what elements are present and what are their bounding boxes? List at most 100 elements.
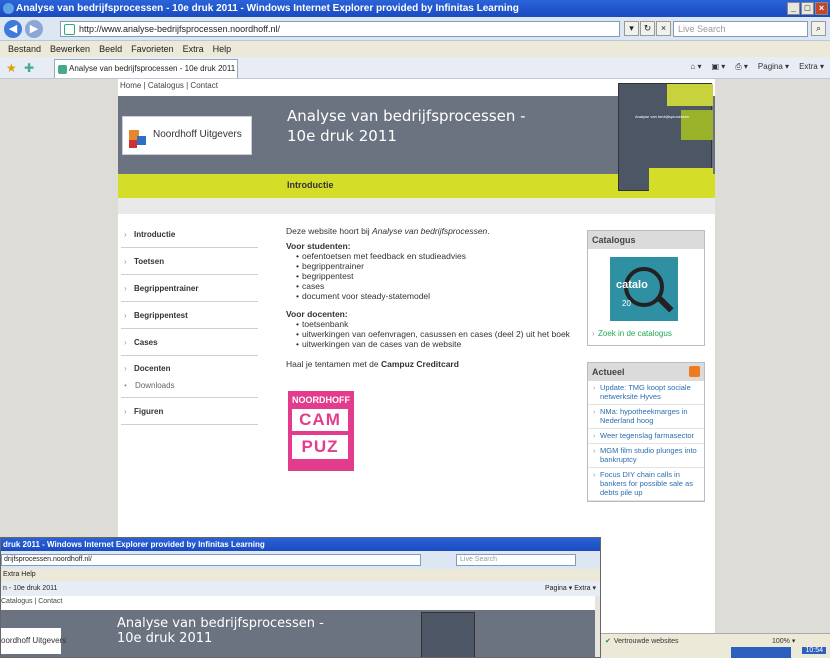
news-item[interactable]: Weer tegenslag farmasector (588, 429, 704, 444)
minimize-button[interactable]: _ (787, 2, 800, 15)
catalogue-magnifier-image[interactable]: catalo 20 (610, 257, 678, 321)
teachers-heading: Voor docenten: (286, 309, 348, 319)
main-content: Deze website hoort bij Analyse van bedri… (286, 226, 576, 374)
lower-page-title: Analyse van bedrijfsprocessen - 10e druk… (117, 616, 324, 646)
campuz-link[interactable]: Campuz Creditcard (381, 359, 459, 369)
favorites-star-icon[interactable]: ★ (6, 61, 17, 75)
list-item: oefentoetsen met feedback en studieadvie… (296, 251, 576, 261)
maximize-button[interactable]: □ (801, 2, 814, 15)
campuz-text: Haal je tentamen met de Campuz Creditcar… (286, 359, 459, 369)
menu-bar: Bestand Bewerken Beeld Favorieten Extra … (0, 41, 830, 57)
left-navigation: › Introductie › Toetsen › Begrippentrainer … (121, 221, 258, 425)
lower-tab-bar: n - 10e druk 2011 Pagina ▾ Extra ▾ (1, 581, 600, 596)
nav-begrippentest[interactable]: › Begrippentest (121, 302, 258, 329)
address-toolbar: ◀ ▶ http://www.analyse-bedrijfsprocessen… (0, 17, 830, 41)
print-icon[interactable]: ⎙ ▾ (735, 62, 748, 72)
lower-site-header: oordhoff Uitgevers Analyse van bedrijfsp… (1, 610, 595, 657)
list-item: uitwerkingen van oefenvragen, casussen e… (296, 329, 576, 339)
menu-extra[interactable]: Extra (183, 41, 204, 57)
lower-commands[interactable]: Pagina ▾ Extra ▾ (545, 581, 596, 596)
lower-top-nav[interactable]: Catalogus | Contact (1, 598, 62, 605)
security-zone[interactable]: Vertrouwde websites (605, 637, 679, 645)
window-title: Analyse van bedrijfsprocessen - 10e druk… (16, 3, 519, 14)
close-button[interactable]: × (815, 2, 828, 15)
nav-figuren[interactable]: › Figuren (121, 398, 258, 425)
lower-tab[interactable]: n - 10e druk 2011 (3, 585, 57, 592)
window-titlebar: Analyse van bedrijfsprocessen - 10e druk… (0, 0, 830, 17)
menu-favorieten[interactable]: Favorieten (131, 41, 174, 57)
rss-icon[interactable] (689, 366, 700, 377)
lower-address-toolbar: drijfsprocessen.noordhoff.nl/ Live Searc… (1, 551, 600, 569)
actueel-box: Actueel Update: TMG koopt sociale netwer… (587, 362, 705, 502)
back-button[interactable]: ◀ (4, 20, 22, 38)
ie-icon (3, 3, 14, 14)
divider-band (118, 198, 715, 214)
section-label: Introductie (287, 180, 334, 190)
tools-menu[interactable]: Extra ▾ (799, 62, 824, 72)
top-nav[interactable]: Home | Catalogus | Contact (120, 81, 218, 90)
news-item[interactable]: NMa: hypotheekmarges in Nederland hoog (588, 405, 704, 429)
tab-page-icon (58, 65, 67, 74)
students-list: oefentoetsen met feedback en studieadvie… (296, 251, 576, 301)
list-item: document voor steady-statemodel (296, 291, 576, 301)
clock: 10:54 (802, 647, 826, 654)
news-item[interactable]: Update: TMG koopt sociale netwerksite Hy… (588, 381, 704, 405)
catalogus-link[interactable]: Zoek in de catalogus (588, 329, 672, 338)
book-cover-image: Analyse van bedrijfsprocessen (618, 83, 713, 192)
status-bar: Vertrouwde websites 100% ▾ 10:54 (601, 633, 830, 658)
noordhoff-logo[interactable]: Noordhoff Uitgevers (122, 116, 252, 155)
students-heading: Voor studenten: (286, 241, 351, 251)
nav-introductie[interactable]: › Introductie (121, 221, 258, 248)
page-icon (64, 24, 75, 35)
list-item: cases (296, 281, 576, 291)
logo-mark-blue (137, 136, 146, 145)
list-item: begrippentest (296, 271, 576, 281)
logo-text: Noordhoff Uitgevers (153, 129, 242, 140)
stop-button[interactable]: × (656, 21, 671, 36)
nav-docenten[interactable]: › Docenten (121, 356, 258, 378)
actueel-title: Actueel (588, 363, 704, 381)
news-item[interactable]: Focus DIY chain calls in bankers for pos… (588, 468, 704, 501)
browser-tab[interactable]: Analyse van bedrijfsprocessen - 10e druk… (54, 59, 238, 78)
add-favorite-icon[interactable]: ✚ (24, 61, 34, 75)
lower-menu-bar[interactable]: Extra Help (1, 569, 600, 581)
menu-help[interactable]: Help (213, 41, 232, 57)
campuz-logo[interactable]: NOORDHOFF CAM PUZ (288, 391, 354, 471)
search-input[interactable]: Live Search (673, 21, 808, 37)
zoom-level[interactable]: 100% ▾ (772, 637, 795, 645)
address-field[interactable]: http://www.analyse-bedrijfsprocessen.noo… (60, 21, 620, 37)
home-icon[interactable]: ⌂ ▾ (690, 62, 701, 72)
teachers-list: toetsenbank uitwerkingen van oefenvragen… (296, 319, 576, 349)
page-menu[interactable]: Pagina ▾ (758, 62, 789, 72)
lower-titlebar: druk 2011 - Windows Internet Explorer pr… (1, 538, 600, 551)
lower-search-input[interactable]: Live Search (456, 554, 576, 566)
dropdown-button[interactable]: ▾ (624, 21, 639, 36)
nav-toetsen[interactable]: › Toetsen (121, 248, 258, 275)
lower-page: Catalogus | Contact oordhoff Uitgevers A… (1, 596, 595, 657)
lower-book-cover (421, 612, 475, 657)
menu-beeld[interactable]: Beeld (99, 41, 122, 57)
feeds-icon[interactable]: ▣ ▾ (711, 62, 725, 72)
list-item: begrippentrainer (296, 261, 576, 271)
refresh-button[interactable]: ↻ (640, 21, 655, 36)
overlapping-browser-window[interactable]: druk 2011 - Windows Internet Explorer pr… (0, 537, 601, 658)
news-item[interactable]: MGM film studio plunges into bankruptcy (588, 444, 704, 468)
menu-bestand[interactable]: Bestand (8, 41, 41, 57)
nav-cases[interactable]: › Cases (121, 329, 258, 356)
browser-window: Analyse van bedrijfsprocessen - 10e druk… (0, 0, 830, 658)
search-icon[interactable]: ⌕ (811, 21, 826, 36)
nav-begrippentrainer[interactable]: › Begrippentrainer (121, 275, 258, 302)
list-item: toetsenbank (296, 319, 576, 329)
intro-text: Deze website hoort bij Analyse van bedri… (286, 226, 490, 236)
menu-bewerken[interactable]: Bewerken (50, 41, 90, 57)
system-tray (731, 647, 791, 658)
catalogus-title: Catalogus (588, 231, 704, 249)
lower-address-field[interactable]: drijfsprocessen.noordhoff.nl/ (1, 554, 421, 566)
page-title: Analyse van bedrijfsprocessen - 10e druk… (287, 107, 526, 145)
tab-bar: ★ ✚ Analyse van bedrijfsprocessen - 10e … (0, 57, 830, 79)
lower-logo: oordhoff Uitgevers (1, 628, 66, 654)
nav-downloads[interactable]: • Downloads (121, 378, 258, 398)
forward-button[interactable]: ▶ (25, 20, 43, 38)
logo-mark-red (129, 140, 137, 148)
list-item: uitwerkingen van de cases van de website (296, 339, 576, 349)
